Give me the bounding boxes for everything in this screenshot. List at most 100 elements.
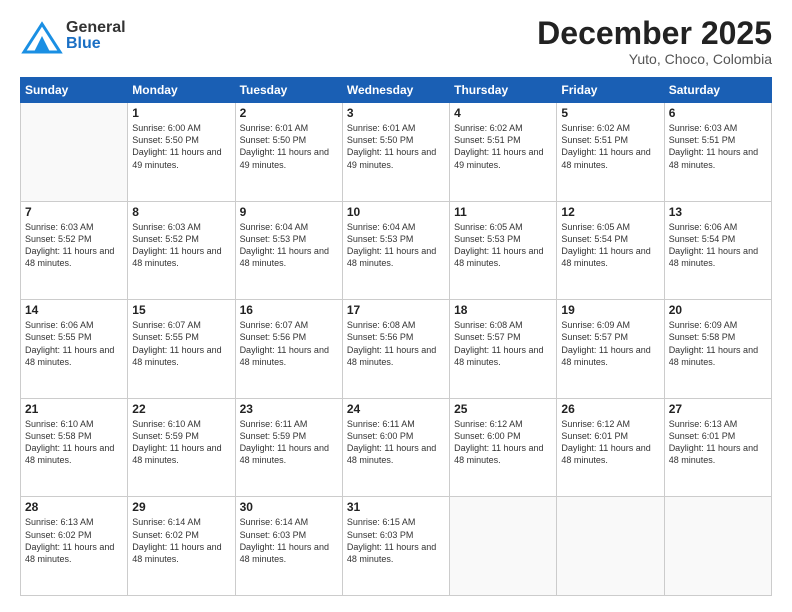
table-row: 19 Sunrise: 6:09 AM Sunset: 5:57 PM Dayli… xyxy=(557,300,664,399)
table-row: 29 Sunrise: 6:14 AM Sunset: 6:02 PM Dayli… xyxy=(128,497,235,596)
day-number: 7 xyxy=(25,205,123,219)
day-info: Sunrise: 6:11 AM Sunset: 6:00 PM Dayligh… xyxy=(347,418,445,467)
day-number: 15 xyxy=(132,303,230,317)
calendar-week-row: 21Sunrise: 6:10 AM Sunset: 5:58 PM Dayli… xyxy=(21,398,772,497)
title-area: December 2025 Yuto, Choco, Colombia xyxy=(537,16,772,67)
day-number: 28 xyxy=(25,500,123,514)
day-info: Sunrise: 6:14 AM Sunset: 6:02 PM Dayligh… xyxy=(132,516,230,565)
table-row: 2 Sunrise: 6:01 AM Sunset: 5:50 PM Daylig… xyxy=(235,103,342,202)
day-number: 1 xyxy=(132,106,230,120)
day-info: Sunrise: 6:12 AM Sunset: 6:01 PM Dayligh… xyxy=(561,418,659,467)
calendar-table: Sunday Monday Tuesday Wednesday Thursday… xyxy=(20,77,772,596)
table-row xyxy=(21,103,128,202)
day-info: Sunrise: 6:15 AM Sunset: 6:03 PM Dayligh… xyxy=(347,516,445,565)
logo-general-text: General xyxy=(66,20,126,36)
table-row: 25 Sunrise: 6:12 AM Sunset: 6:00 PM Dayli… xyxy=(450,398,557,497)
day-info: Sunrise: 6:09 AM Sunset: 5:58 PM Dayligh… xyxy=(669,319,767,368)
day-number: 30 xyxy=(240,500,338,514)
table-row: 4 Sunrise: 6:02 AM Sunset: 5:51 PM Daylig… xyxy=(450,103,557,202)
header-tuesday: Tuesday xyxy=(235,78,342,103)
day-number: 8 xyxy=(132,205,230,219)
day-number: 17 xyxy=(347,303,445,317)
day-info: Sunrise: 6:13 AM Sunset: 6:01 PM Dayligh… xyxy=(669,418,767,467)
table-row: 5Sunrise: 6:02 AM Sunset: 5:51 PM Daylig… xyxy=(557,103,664,202)
location: Yuto, Choco, Colombia xyxy=(537,51,772,67)
table-row: 15 Sunrise: 6:07 AM Sunset: 5:55 PM Dayli… xyxy=(128,300,235,399)
logo: General Blue xyxy=(20,16,126,56)
day-number: 26 xyxy=(561,402,659,416)
header-sunday: Sunday xyxy=(21,78,128,103)
header: General Blue December 2025 Yuto, Choco, … xyxy=(20,16,772,67)
table-row: 16 Sunrise: 6:07 AM Sunset: 5:56 PM Dayli… xyxy=(235,300,342,399)
table-row: 12Sunrise: 6:05 AM Sunset: 5:54 PM Dayli… xyxy=(557,201,664,300)
day-info: Sunrise: 6:06 AM Sunset: 5:54 PM Dayligh… xyxy=(669,221,767,270)
table-row xyxy=(664,497,771,596)
day-info: Sunrise: 6:08 AM Sunset: 5:56 PM Dayligh… xyxy=(347,319,445,368)
table-row: 3Sunrise: 6:01 AM Sunset: 5:50 PM Daylig… xyxy=(342,103,449,202)
table-row: 7 Sunrise: 6:03 AM Sunset: 5:52 PM Daylig… xyxy=(21,201,128,300)
header-friday: Friday xyxy=(557,78,664,103)
day-info: Sunrise: 6:02 AM Sunset: 5:51 PM Dayligh… xyxy=(454,122,552,171)
day-number: 11 xyxy=(454,205,552,219)
table-row: 30 Sunrise: 6:14 AM Sunset: 6:03 PM Dayli… xyxy=(235,497,342,596)
day-info: Sunrise: 6:14 AM Sunset: 6:03 PM Dayligh… xyxy=(240,516,338,565)
table-row: 18Sunrise: 6:08 AM Sunset: 5:57 PM Dayli… xyxy=(450,300,557,399)
page: General Blue December 2025 Yuto, Choco, … xyxy=(0,0,792,612)
table-row: 8 Sunrise: 6:03 AM Sunset: 5:52 PM Daylig… xyxy=(128,201,235,300)
calendar-week-row: 1 Sunrise: 6:00 AM Sunset: 5:50 PM Daylig… xyxy=(21,103,772,202)
day-number: 19 xyxy=(561,303,659,317)
table-row: 20 Sunrise: 6:09 AM Sunset: 5:58 PM Dayli… xyxy=(664,300,771,399)
day-info: Sunrise: 6:05 AM Sunset: 5:53 PM Dayligh… xyxy=(454,221,552,270)
day-info: Sunrise: 6:03 AM Sunset: 5:52 PM Dayligh… xyxy=(25,221,123,270)
day-info: Sunrise: 6:09 AM Sunset: 5:57 PM Dayligh… xyxy=(561,319,659,368)
table-row: 1 Sunrise: 6:00 AM Sunset: 5:50 PM Daylig… xyxy=(128,103,235,202)
day-number: 6 xyxy=(669,106,767,120)
day-number: 27 xyxy=(669,402,767,416)
day-number: 25 xyxy=(454,402,552,416)
day-number: 31 xyxy=(347,500,445,514)
table-row: 13Sunrise: 6:06 AM Sunset: 5:54 PM Dayli… xyxy=(664,201,771,300)
calendar-week-row: 14Sunrise: 6:06 AM Sunset: 5:55 PM Dayli… xyxy=(21,300,772,399)
day-info: Sunrise: 6:03 AM Sunset: 5:52 PM Dayligh… xyxy=(132,221,230,270)
day-info: Sunrise: 6:13 AM Sunset: 6:02 PM Dayligh… xyxy=(25,516,123,565)
day-info: Sunrise: 6:04 AM Sunset: 5:53 PM Dayligh… xyxy=(347,221,445,270)
day-number: 29 xyxy=(132,500,230,514)
day-number: 5 xyxy=(561,106,659,120)
table-row xyxy=(557,497,664,596)
logo-icon xyxy=(20,16,64,56)
calendar-week-row: 28 Sunrise: 6:13 AM Sunset: 6:02 PM Dayli… xyxy=(21,497,772,596)
table-row: 26 Sunrise: 6:12 AM Sunset: 6:01 PM Dayli… xyxy=(557,398,664,497)
month-title: December 2025 xyxy=(537,16,772,51)
day-number: 16 xyxy=(240,303,338,317)
day-number: 23 xyxy=(240,402,338,416)
day-info: Sunrise: 6:07 AM Sunset: 5:56 PM Dayligh… xyxy=(240,319,338,368)
day-info: Sunrise: 6:08 AM Sunset: 5:57 PM Dayligh… xyxy=(454,319,552,368)
day-info: Sunrise: 6:12 AM Sunset: 6:00 PM Dayligh… xyxy=(454,418,552,467)
day-number: 4 xyxy=(454,106,552,120)
table-row: 31 Sunrise: 6:15 AM Sunset: 6:03 PM Dayli… xyxy=(342,497,449,596)
day-number: 9 xyxy=(240,205,338,219)
day-number: 21 xyxy=(25,402,123,416)
day-info: Sunrise: 6:07 AM Sunset: 5:55 PM Dayligh… xyxy=(132,319,230,368)
day-number: 20 xyxy=(669,303,767,317)
header-thursday: Thursday xyxy=(450,78,557,103)
day-number: 2 xyxy=(240,106,338,120)
day-info: Sunrise: 6:11 AM Sunset: 5:59 PM Dayligh… xyxy=(240,418,338,467)
table-row: 24 Sunrise: 6:11 AM Sunset: 6:00 PM Dayli… xyxy=(342,398,449,497)
day-info: Sunrise: 6:05 AM Sunset: 5:54 PM Dayligh… xyxy=(561,221,659,270)
table-row: 6Sunrise: 6:03 AM Sunset: 5:51 PM Daylig… xyxy=(664,103,771,202)
day-info: Sunrise: 6:00 AM Sunset: 5:50 PM Dayligh… xyxy=(132,122,230,171)
table-row xyxy=(450,497,557,596)
table-row: 17 Sunrise: 6:08 AM Sunset: 5:56 PM Dayli… xyxy=(342,300,449,399)
day-info: Sunrise: 6:10 AM Sunset: 5:59 PM Dayligh… xyxy=(132,418,230,467)
header-monday: Monday xyxy=(128,78,235,103)
table-row: 28 Sunrise: 6:13 AM Sunset: 6:02 PM Dayli… xyxy=(21,497,128,596)
calendar-header-row: Sunday Monday Tuesday Wednesday Thursday… xyxy=(21,78,772,103)
day-number: 14 xyxy=(25,303,123,317)
calendar-week-row: 7 Sunrise: 6:03 AM Sunset: 5:52 PM Daylig… xyxy=(21,201,772,300)
day-number: 24 xyxy=(347,402,445,416)
logo-name: General Blue xyxy=(66,20,126,52)
header-wednesday: Wednesday xyxy=(342,78,449,103)
table-row: 27 Sunrise: 6:13 AM Sunset: 6:01 PM Dayli… xyxy=(664,398,771,497)
day-info: Sunrise: 6:01 AM Sunset: 5:50 PM Dayligh… xyxy=(240,122,338,171)
